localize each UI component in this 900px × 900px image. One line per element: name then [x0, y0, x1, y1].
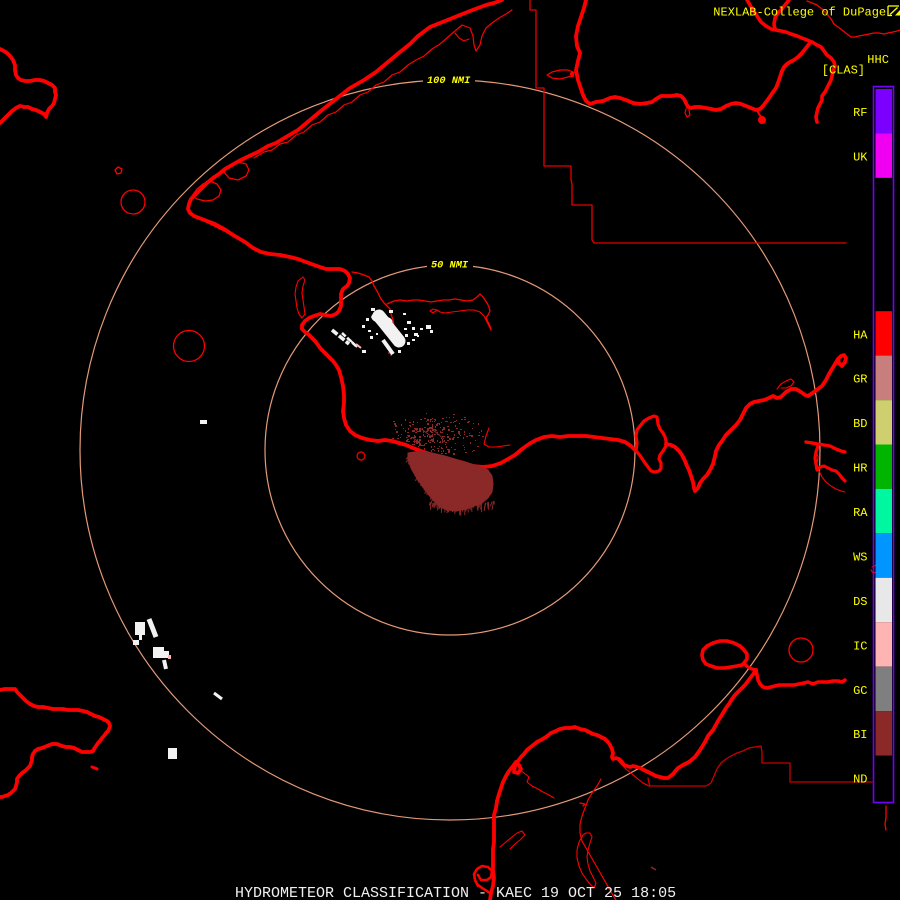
svg-text:NEXLAB-College of DuPage: NEXLAB-College of DuPage [713, 5, 886, 19]
svg-text:UK: UK [853, 151, 868, 165]
svg-text:WS: WS [853, 551, 867, 565]
svg-text:[CLAS]: [CLAS] [822, 64, 865, 78]
svg-text:DS: DS [853, 595, 867, 609]
svg-text:HYDROMETEOR CLASSIFICATION - K: HYDROMETEOR CLASSIFICATION - KAEC 19 OCT… [235, 885, 676, 900]
svg-text:ND: ND [853, 773, 867, 787]
svg-text:HA: HA [853, 328, 868, 342]
svg-text:RA: RA [853, 506, 868, 520]
svg-text:BI: BI [853, 728, 867, 742]
svg-text:RF: RF [853, 106, 867, 120]
svg-text:GC: GC [853, 684, 867, 698]
svg-text:GR: GR [853, 373, 867, 387]
svg-text:BD: BD [853, 417, 867, 431]
svg-text:50 NMI: 50 NMI [431, 260, 469, 272]
svg-text:HR: HR [853, 462, 867, 476]
svg-text:100 NMI: 100 NMI [427, 75, 471, 87]
svg-text:IC: IC [853, 639, 867, 653]
svg-text:HHC: HHC [867, 53, 889, 67]
